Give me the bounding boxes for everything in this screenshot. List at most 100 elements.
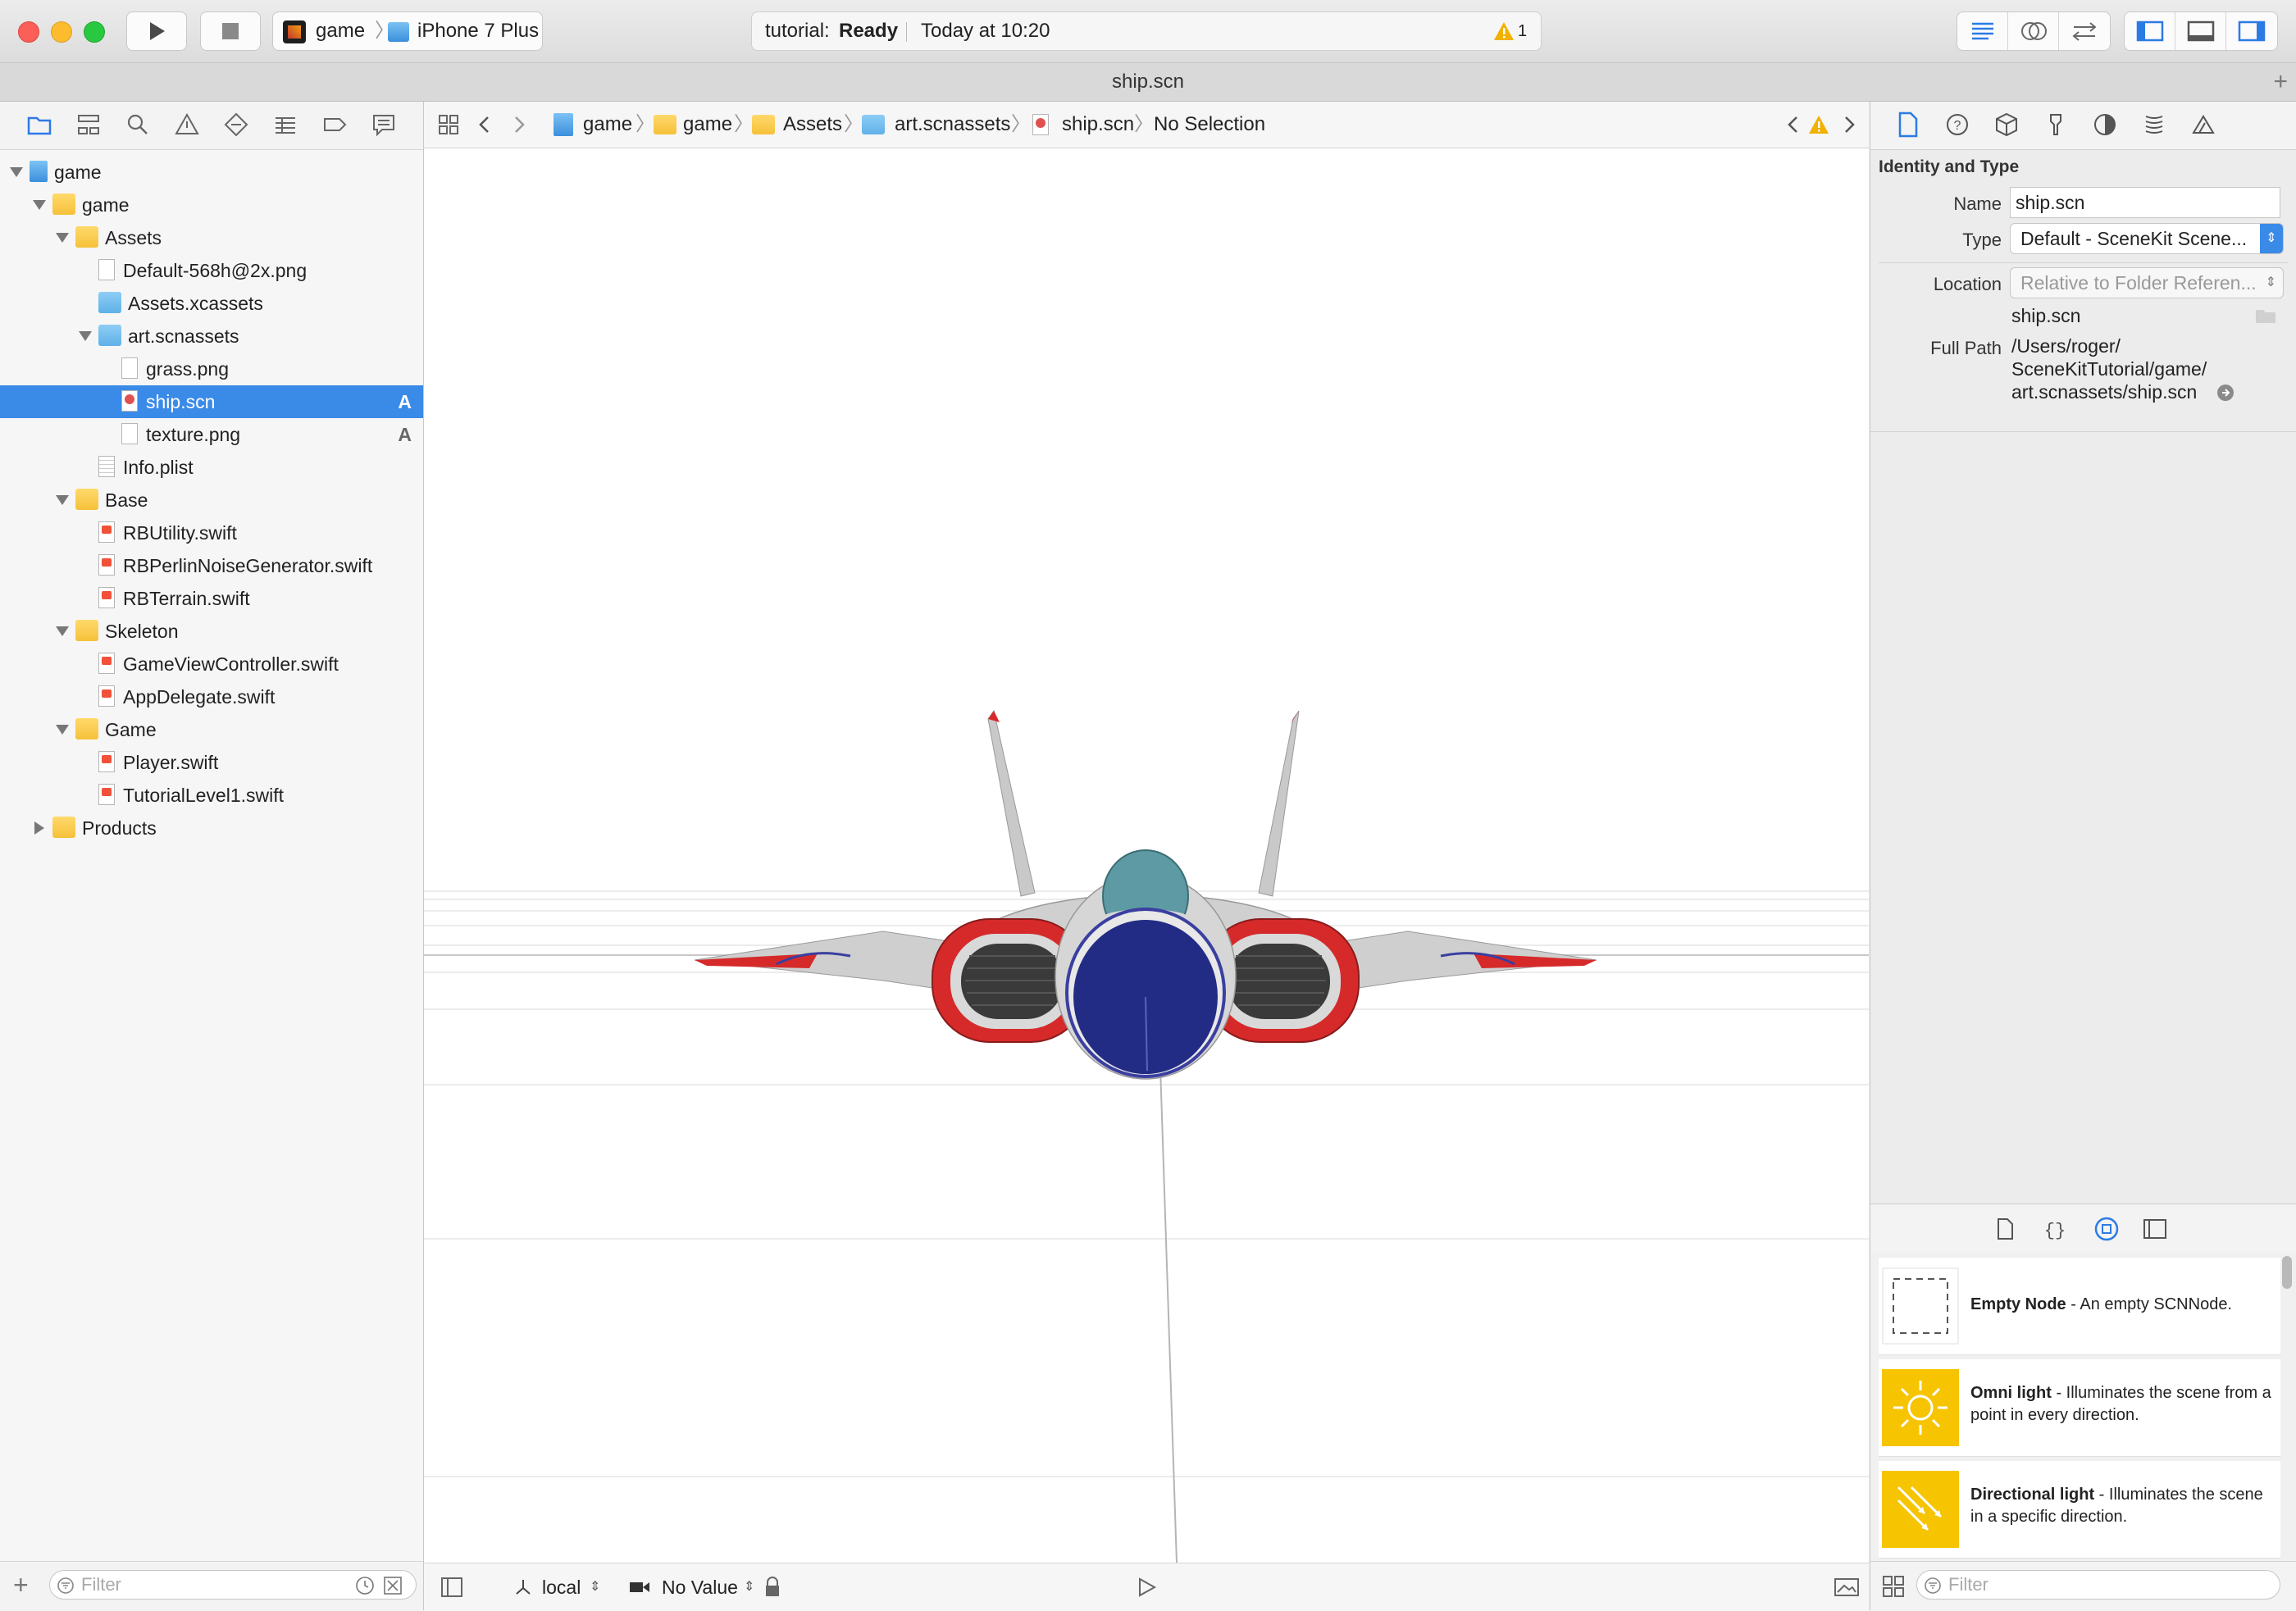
play-scene-icon[interactable] (1136, 1577, 1157, 1598)
lock-icon[interactable] (763, 1577, 781, 1598)
disclosure-open-icon[interactable] (10, 167, 23, 177)
reveal-in-finder-icon[interactable] (2216, 384, 2234, 402)
breadcrumb-assets[interactable]: Assets (783, 102, 842, 148)
tree-item-rbperlinnoisegenerator-swift[interactable]: RBPerlinNoiseGenerator.swift (0, 549, 423, 582)
toggle-navigator-button[interactable] (2125, 12, 2175, 50)
scene-inspector-icon[interactable] (2190, 111, 2216, 138)
tree-item-base[interactable]: Base (0, 484, 423, 517)
grid-view-icon[interactable] (1882, 1575, 1905, 1598)
tree-item-art-scnassets[interactable]: art.scnassets (0, 320, 423, 353)
issue-navigator-icon[interactable] (174, 111, 200, 138)
run-button[interactable] (126, 11, 187, 51)
disclosure-open-icon[interactable] (56, 626, 69, 636)
disclosure-open-icon[interactable] (56, 233, 69, 243)
stop-button[interactable] (200, 11, 261, 51)
assistant-editor-button[interactable] (2008, 12, 2059, 50)
test-navigator-icon[interactable] (223, 111, 249, 138)
node-inspector-icon[interactable] (1993, 111, 2020, 138)
library-scrollbar[interactable] (2282, 1256, 2292, 1289)
search-icon[interactable] (125, 111, 151, 138)
attributes-inspector-icon[interactable] (2043, 111, 2069, 138)
disclosure-open-icon[interactable] (33, 200, 46, 210)
tree-item-ship-scn[interactable]: ship.scn A (0, 385, 423, 418)
file-inspector-icon[interactable] (1895, 111, 1920, 138)
status-divider (906, 22, 907, 42)
breadcrumb-project[interactable]: game (583, 102, 632, 148)
tree-item-game[interactable]: game (0, 189, 423, 221)
name-field[interactable]: ship.scn (2010, 187, 2280, 218)
coordinate-space-popup[interactable]: local (542, 1563, 581, 1611)
disclosure-open-icon[interactable] (79, 331, 92, 341)
version-editor-button[interactable] (2059, 12, 2110, 50)
material-inspector-icon[interactable] (2092, 111, 2118, 138)
minimize-window-button[interactable] (51, 21, 72, 43)
tree-item-rbutility-swift[interactable]: RBUtility.swift (0, 517, 423, 549)
tree-item-assets-xcassets[interactable]: Assets.xcassets (0, 287, 423, 320)
warning-icon[interactable] (1493, 21, 1515, 41)
tree-item-grass-png[interactable]: grass.png (0, 353, 423, 385)
swift-file-icon (98, 685, 115, 707)
breadcrumb-scnassets[interactable]: art.scnassets (895, 102, 1010, 148)
quick-help-icon[interactable]: ? (1944, 111, 1970, 138)
breadcrumb-selection[interactable]: No Selection (1154, 102, 1265, 148)
zoom-window-button[interactable] (84, 21, 105, 43)
library-item-empty-node[interactable]: Empty Node - An empty SCNNode. (1879, 1258, 2280, 1355)
disclosure-closed-icon[interactable] (34, 821, 44, 835)
add-tab-icon[interactable]: + (2273, 63, 2288, 101)
tree-item-tutoriallevel1-swift[interactable]: TutorialLevel1.swift (0, 779, 423, 812)
tree-item-game[interactable]: game (0, 156, 423, 189)
scm-filter-icon[interactable] (383, 1576, 403, 1595)
navigator-filter-field[interactable]: Filter (49, 1570, 417, 1600)
tree-item-info-plist[interactable]: Info.plist (0, 451, 423, 484)
scheme-selector[interactable]: game 〉 iPhone 7 Plus (272, 11, 543, 51)
close-window-button[interactable] (18, 21, 39, 43)
previous-issue-icon[interactable] (1785, 115, 1802, 134)
library-item-omni-light[interactable]: Omni light - Illuminates the scene from … (1879, 1359, 2280, 1457)
folder-icon[interactable] (2254, 307, 2277, 325)
toggle-debug-area-button[interactable] (2175, 12, 2226, 50)
back-arrow-icon[interactable] (476, 115, 493, 134)
recent-files-icon[interactable] (355, 1576, 375, 1595)
scene-editor-canvas[interactable] (424, 148, 1869, 1563)
scene-options-icon[interactable] (1834, 1578, 1859, 1596)
warning-icon[interactable] (1808, 115, 1829, 134)
tree-item-assets[interactable]: Assets (0, 221, 423, 254)
tree-item-player-swift[interactable]: Player.swift (0, 746, 423, 779)
scene-graph-toggle-icon[interactable] (440, 1577, 463, 1598)
tree-item-products[interactable]: Products (0, 812, 423, 844)
type-popup[interactable]: Default - SceneKit Scene... ⇕ (2010, 223, 2284, 254)
object-library-icon[interactable] (2093, 1216, 2120, 1242)
code-snippet-library-icon[interactable]: {} (2044, 1217, 2066, 1240)
media-library-icon[interactable] (2143, 1217, 2167, 1240)
tree-item-game[interactable]: Game (0, 713, 423, 746)
symbol-navigator-icon[interactable] (75, 111, 102, 138)
add-file-icon[interactable]: + (13, 1570, 29, 1600)
related-items-icon[interactable] (437, 113, 460, 136)
tree-item-appdelegate-swift[interactable]: AppDelegate.swift (0, 680, 423, 713)
camera-popup[interactable]: No Value (662, 1563, 738, 1611)
tree-item-rbterrain-swift[interactable]: RBTerrain.swift (0, 582, 423, 615)
forward-arrow-icon[interactable] (511, 115, 527, 134)
location-popup[interactable]: Relative to Folder Referen... ⇕ (2010, 267, 2284, 298)
library-filter-field[interactable]: Filter (1916, 1570, 2280, 1600)
disclosure-open-icon[interactable] (56, 725, 69, 735)
library-item-directional-light[interactable]: Directional light - Illuminates the scen… (1879, 1461, 2280, 1559)
tree-item-default-568h-2x-png[interactable]: Default-568h@2x.png (0, 254, 423, 287)
report-navigator-icon[interactable] (371, 111, 397, 138)
ship-model[interactable] (694, 709, 1597, 1080)
file-template-library-icon[interactable] (1995, 1217, 2015, 1240)
breadcrumb-group[interactable]: game (683, 102, 732, 148)
folder-icon[interactable] (26, 111, 52, 138)
debug-navigator-icon[interactable] (272, 111, 298, 138)
tree-item-skeleton[interactable]: Skeleton (0, 615, 423, 648)
next-issue-icon[interactable] (1841, 115, 1857, 134)
breadcrumb-file[interactable]: ship.scn (1062, 102, 1134, 148)
disclosure-open-icon[interactable] (56, 495, 69, 505)
tab-ship-scn[interactable]: ship.scn (1112, 71, 1184, 93)
standard-editor-button[interactable] (1957, 12, 2008, 50)
tree-item-texture-png[interactable]: texture.png A (0, 418, 423, 451)
physics-inspector-icon[interactable] (2141, 111, 2167, 138)
toggle-utilities-button[interactable] (2226, 12, 2277, 50)
tree-item-gameviewcontroller-swift[interactable]: GameViewController.swift (0, 648, 423, 680)
breakpoint-navigator-icon[interactable] (321, 111, 348, 138)
